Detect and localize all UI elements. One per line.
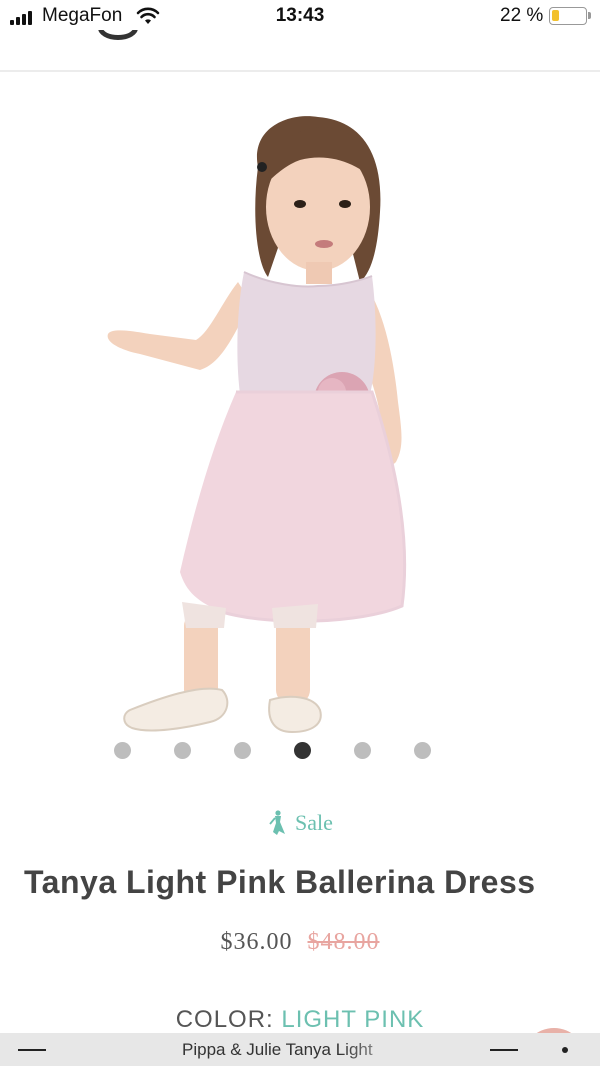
carousel-dot[interactable] (294, 742, 311, 759)
color-label: COLOR: (175, 1006, 274, 1033)
product-title: Tanya Light Pink Ballerina Dress (24, 864, 536, 900)
carousel-dots (114, 742, 431, 759)
minimize-icon[interactable] (18, 1049, 46, 1051)
carousel-dot[interactable] (354, 742, 371, 759)
sale-label: Sale (295, 810, 333, 835)
carousel-dot[interactable] (234, 742, 251, 759)
battery-icon (549, 7, 587, 25)
tab-dot-icon[interactable] (562, 1047, 568, 1053)
sale-tag: Sale (0, 810, 600, 836)
carousel-dot[interactable] (174, 742, 191, 759)
carousel-dot[interactable] (414, 742, 431, 759)
color-value: LIGHT PINK (281, 1006, 425, 1033)
product-image[interactable] (0, 72, 600, 742)
sale-figure-icon (269, 810, 286, 835)
store-logo[interactable] (98, 30, 138, 42)
tab-dash-icon[interactable] (490, 1049, 518, 1051)
battery-percent: 22 % (500, 5, 544, 26)
color-selector: COLOR: LIGHT PINK (0, 1006, 600, 1034)
battery-cap (588, 12, 591, 19)
browser-bottom-bar: Pippa & Julie Tanya Light (0, 1033, 600, 1066)
status-bar: MegaFon 13:43 22 % (0, 0, 600, 34)
title-fade (340, 1033, 420, 1066)
battery-level (552, 10, 560, 21)
price-row: $36.00 $48.00 (0, 929, 600, 956)
original-price: $48.00 (307, 929, 380, 955)
sale-price: $36.00 (220, 929, 293, 955)
carousel-dot[interactable] (114, 742, 131, 759)
